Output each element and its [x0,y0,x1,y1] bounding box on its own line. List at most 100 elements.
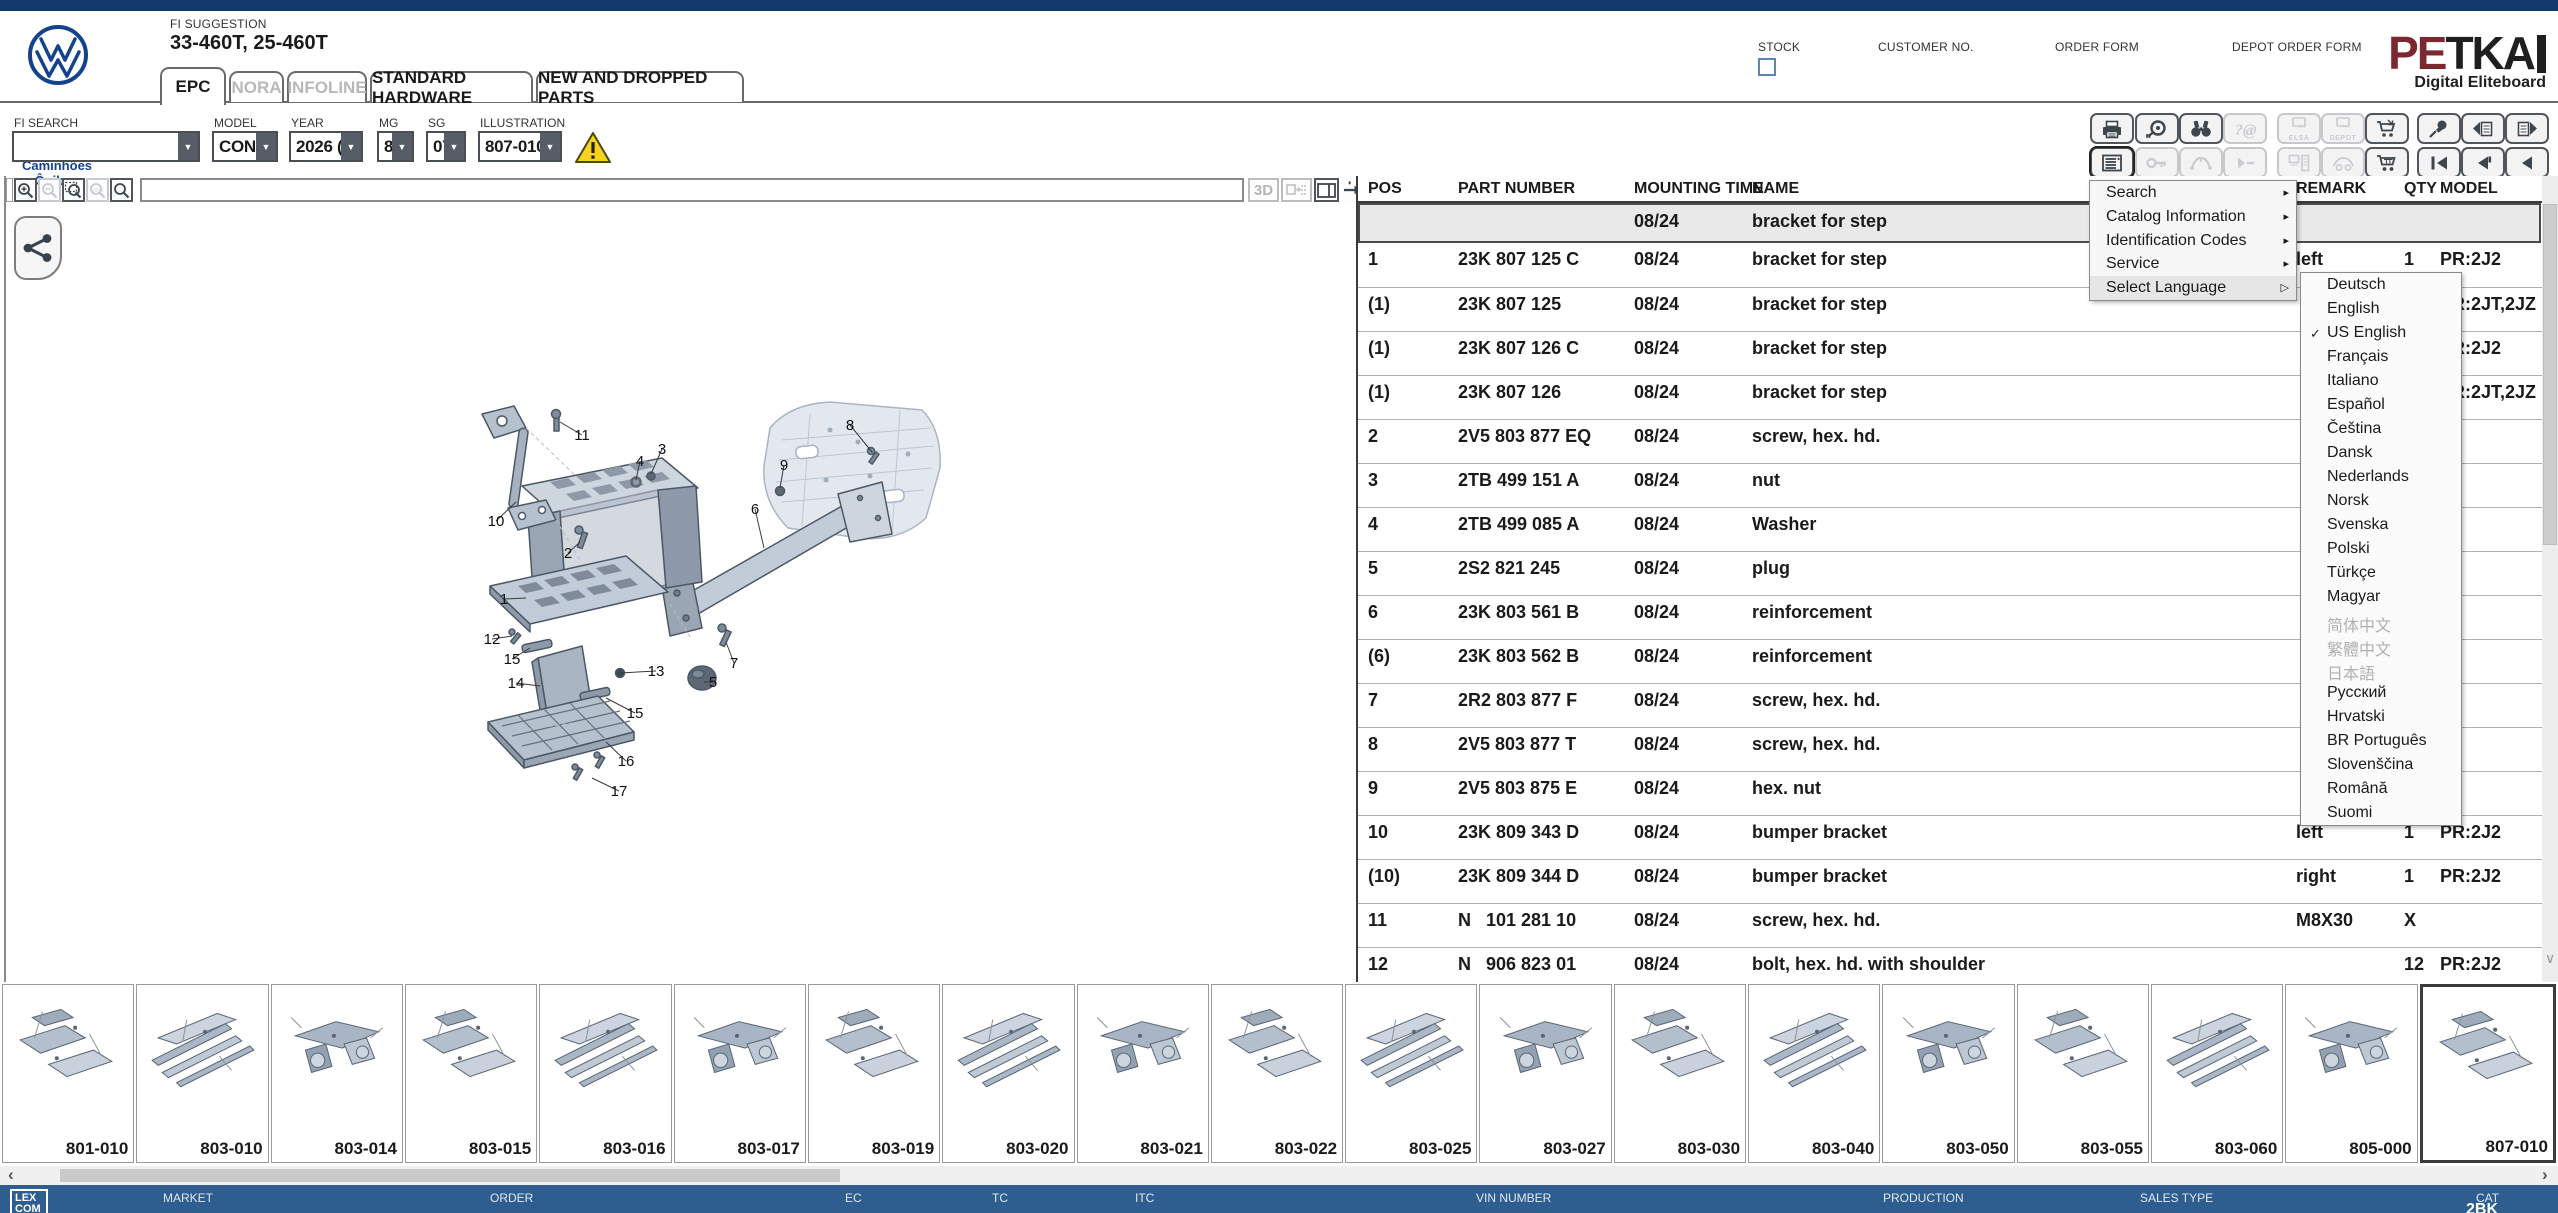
thumbnail-scrollbar-thumb[interactable] [60,1169,840,1182]
menu-item-catalog-information[interactable]: Catalog Information ▸ [2090,205,2296,229]
zoom-out-button[interactable] [38,178,61,202]
language-option-italiano[interactable]: Italiano [2301,369,2461,393]
tab-new-and-dropped-parts[interactable]: NEW AND DROPPED PARTS [536,68,744,107]
thumbnail-803-022[interactable]: 803-022 [1210,984,1344,1163]
page-prev-button[interactable] [2461,113,2505,144]
share-button[interactable] [14,216,62,280]
tab-epc[interactable]: EPC [160,67,226,105]
table-row[interactable]: (10) 23K 809 344 D 08/24 bumper bracket righ… [1358,859,2542,903]
thumbnail-803-027[interactable]: 803-027 [1479,984,1612,1163]
exploded-diagram[interactable]: 114389106211215131475151617 [430,390,950,830]
help-button[interactable]: ?@ [2223,113,2267,144]
thumbnail-805-000[interactable]: 805-000 [2285,984,2418,1163]
language-option-日本語[interactable]: 日本語 [2301,657,2461,683]
table-row[interactable]: 11 N 101 281 10 08/24 screw, hex. hd. M8X30 X [1358,903,2542,947]
language-option-nederlands[interactable]: Nederlands [2301,465,2461,489]
tab-standard-hardware[interactable]: STANDARD HARDWARE [370,68,533,107]
list-button[interactable] [2089,146,2135,179]
view-3d-button[interactable]: 3D [1248,178,1279,202]
language-option-slovenščina[interactable]: Slovenščina [2301,753,2461,777]
send-to-grid-button[interactable] [1281,178,1312,202]
thumbnail-803-020[interactable]: 803-020 [942,984,1075,1163]
menu-item-select-language[interactable]: Select Language ▷ [2090,276,2296,300]
page-next-button[interactable] [2505,113,2549,144]
cart-button[interactable] [2365,147,2409,178]
elsa-button[interactable]: ELSA [2277,113,2321,144]
chevron-down-icon[interactable]: ▼ [444,133,464,160]
nav-first-button[interactable] [2417,147,2461,178]
fi-search-combobox[interactable]: ▼ [12,131,200,162]
cart-add-button[interactable] [2365,113,2409,144]
model-combobox[interactable]: COND▼ [212,131,278,162]
nav-prev-button[interactable] [2461,147,2505,178]
language-option-简体中文[interactable]: 简体中文 [2301,609,2461,635]
split-view-button[interactable] [1314,178,1339,202]
language-option-polski[interactable]: Polski [2301,537,2461,561]
key-button[interactable] [2135,147,2179,178]
language-option-español[interactable]: Español [2301,393,2461,417]
chevron-down-icon[interactable]: ▼ [341,133,361,160]
language-option-suomi[interactable]: Suomi [2301,801,2461,825]
nav-back-button[interactable] [2505,147,2549,178]
play-dash-button[interactable] [2223,147,2267,178]
language-option-br-português[interactable]: BR Português [2301,729,2461,753]
language-option-русский[interactable]: Русский [2301,681,2461,705]
stock-checkbox[interactable] [1758,58,1776,76]
table-row[interactable]: 12 N 906 823 01 08/24 bolt, hex. hd. with s… [1358,947,2542,982]
chevron-down-icon[interactable]: ▼ [540,133,560,160]
thumbnail-803-030[interactable]: 803-030 [1613,984,1747,1163]
thumbnail-803-060[interactable]: 803-060 [2151,984,2284,1163]
language-option-deutsch[interactable]: Deutsch [2301,273,2461,297]
thumbnail-803-015[interactable]: 803-015 [404,984,538,1163]
menu-item-search[interactable]: Search ▸ [2090,181,2296,205]
magnifier-button[interactable] [110,178,133,202]
language-option-română[interactable]: Română [2301,777,2461,801]
language-option-čeština[interactable]: Čeština [2301,417,2461,441]
language-option-dansk[interactable]: Dansk [2301,441,2461,465]
sg-combobox[interactable]: 07▼ [426,131,466,162]
scroll-right-icon[interactable]: › [2542,1165,2548,1185]
language-option-hrvatski[interactable]: Hrvatski [2301,705,2461,729]
scroll-down-icon[interactable]: ∨ [2545,950,2555,967]
illustration-combobox[interactable]: 807-010 ▼ [478,131,562,162]
thumbnail-803-014[interactable]: 803-014 [270,984,403,1163]
print-button[interactable] [2090,113,2134,144]
zoom-100-button[interactable]: 100% [86,178,109,202]
chevron-down-icon[interactable]: ▼ [256,133,276,160]
monitor-list-button[interactable] [2277,147,2321,178]
language-option-türkçe[interactable]: Türkçe [2301,561,2461,585]
thumbnail-803-055[interactable]: 803-055 [2016,984,2149,1163]
zoom-in-button[interactable] [14,178,37,202]
tab-nora[interactable]: NORA [229,71,284,102]
wheel-button[interactable] [2135,113,2179,144]
thumbnail-803-017[interactable]: 803-017 [673,984,806,1163]
language-option-français[interactable]: Français [2301,345,2461,369]
scroll-left-icon[interactable]: ‹ [8,1165,14,1185]
chevron-down-icon[interactable]: ▼ [178,133,198,160]
mg-combobox[interactable]: 8 ▼ [377,131,414,162]
handles-button[interactable] [2179,147,2223,178]
pin-button[interactable] [2417,113,2461,144]
language-option-magyar[interactable]: Magyar [2301,585,2461,609]
thumbnail-803-050[interactable]: 803-050 [1882,984,2015,1163]
year-combobox[interactable]: 2026 (T)▼ [289,131,363,162]
thumbnail-801-010[interactable]: 801-010 [2,984,135,1163]
language-option-svenska[interactable]: Svenska [2301,513,2461,537]
language-option-us-english[interactable]: ✓ US English [2301,321,2461,345]
binoculars-button[interactable] [2179,113,2223,144]
selected-table-row[interactable]: 08/24 bracket for step [1358,203,2541,243]
thumbnail-803-019[interactable]: 803-019 [807,984,941,1163]
thumbnail-803-021[interactable]: 803-021 [1076,984,1209,1163]
chevron-down-icon[interactable]: ▼ [392,133,412,160]
thumbnail-803-010[interactable]: 803-010 [136,984,269,1163]
menu-item-identification-codes[interactable]: Identification Codes ▸ [2090,229,2296,253]
zoom-area-button[interactable] [62,178,85,202]
car-parts-button[interactable] [2321,147,2365,178]
panel-divider[interactable] [4,176,6,982]
depot-button[interactable]: DEPOT [2321,113,2365,144]
thumbnail-803-016[interactable]: 803-016 [539,984,672,1163]
tab-infoline[interactable]: INFOLINE [287,71,367,102]
language-option-english[interactable]: English [2301,297,2461,321]
thumbnail-803-040[interactable]: 803-040 [1748,984,1881,1163]
table-scrollbar-thumb[interactable] [2543,204,2557,545]
